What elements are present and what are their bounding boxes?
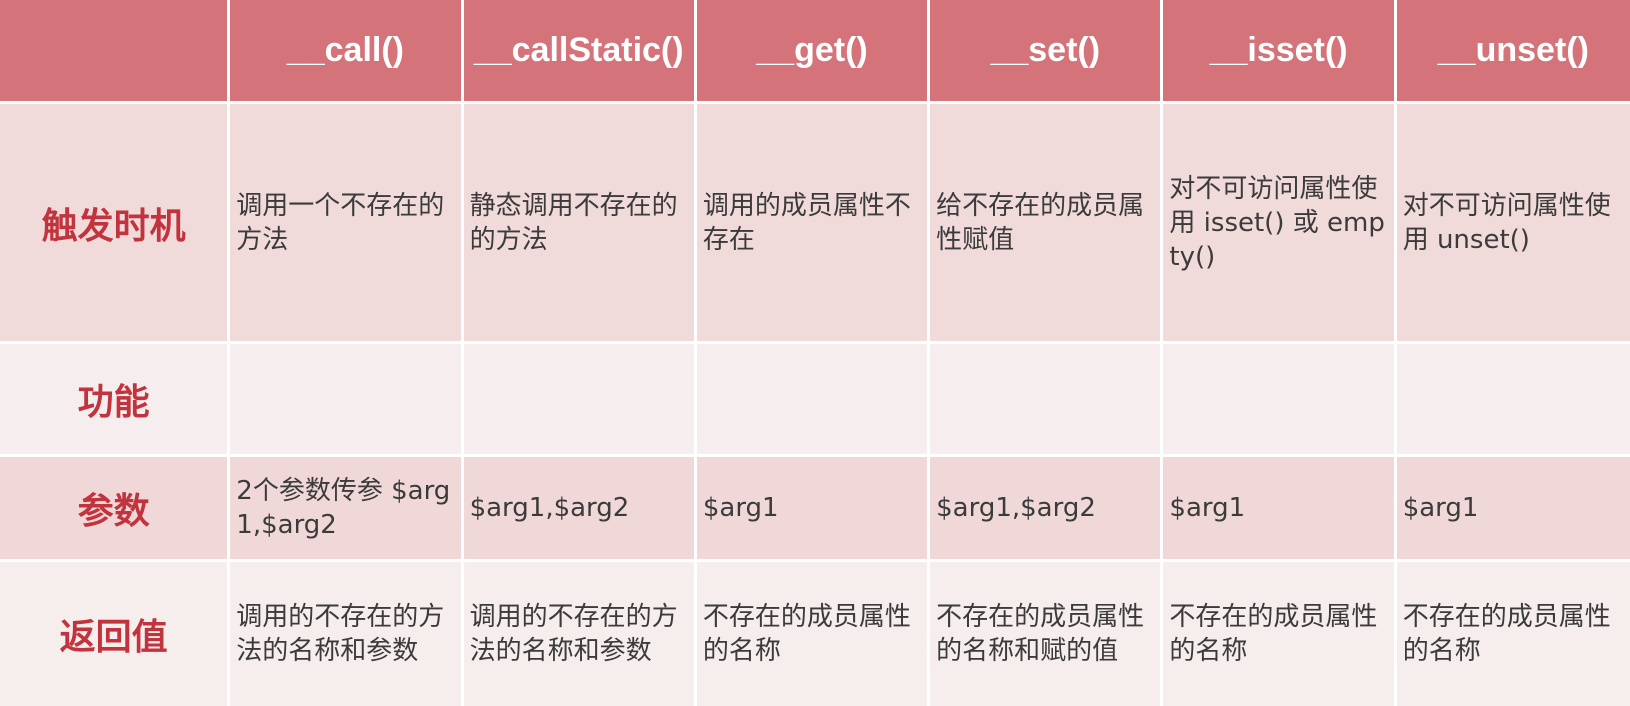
column-header-unset: __unset() [1396,0,1630,104]
table-row-function: 功能 [0,344,1630,457]
cell-return-get: 不存在的成员属性的名称 [696,562,931,706]
column-header-set: __set() [930,0,1164,104]
cell-trigger-call: 调用一个不存在的方法 [230,104,464,344]
cell-function-unset [1396,344,1630,457]
cell-return-isset: 不存在的成员属性的名称 [1163,562,1397,706]
column-header-get: __get() [696,0,931,104]
cell-trigger-isset: 对不可访问属性使用 isset() 或 empty() [1163,104,1397,344]
cell-params-isset: $arg1 [1163,457,1397,562]
cell-params-get: $arg1 [696,457,931,562]
cell-return-unset: 不存在的成员属性的名称 [1396,562,1630,706]
row-label-trigger: 触发时机 [0,104,231,344]
column-header-isset: __isset() [1163,0,1397,104]
cell-params-callstatic: $arg1,$arg2 [463,457,697,562]
column-header-call: __call() [230,0,464,104]
cell-params-set: $arg1,$arg2 [930,457,1164,562]
column-header-callstatic: __callStatic() [463,0,697,104]
row-label-function: 功能 [0,344,231,457]
cell-function-callstatic [463,344,697,457]
cell-function-isset [1163,344,1397,457]
table-row-params: 参数 2个参数传参 $arg1,$arg2 $arg1,$arg2 $arg1 … [0,457,1630,562]
cell-function-get [696,344,931,457]
cell-return-callstatic: 调用的不存在的方法的名称和参数 [463,562,697,706]
cell-params-unset: $arg1 [1396,457,1630,562]
table-header-row: __call() __callStatic() __get() __set() … [0,0,1630,104]
cell-return-set: 不存在的成员属性的名称和赋的值 [930,562,1164,706]
cell-function-call [230,344,464,457]
row-label-params: 参数 [0,457,231,562]
cell-trigger-set: 给不存在的成员属性赋值 [930,104,1164,344]
cell-params-call: 2个参数传参 $arg1,$arg2 [230,457,464,562]
header-corner-cell [0,0,231,104]
table-row-trigger: 触发时机 调用一个不存在的方法 静态调用不存在的的方法 调用的成员属性不存在 给… [0,104,1630,344]
magic-methods-table: __call() __callStatic() __get() __set() … [0,0,1630,706]
row-label-return: 返回值 [0,562,231,706]
cell-trigger-callstatic: 静态调用不存在的的方法 [463,104,697,344]
cell-return-call: 调用的不存在的方法的名称和参数 [230,562,464,706]
cell-function-set [930,344,1164,457]
table-row-return: 返回值 调用的不存在的方法的名称和参数 调用的不存在的方法的名称和参数 不存在的… [0,562,1630,706]
cell-trigger-unset: 对不可访问属性使用 unset() [1396,104,1630,344]
cell-trigger-get: 调用的成员属性不存在 [696,104,931,344]
magic-methods-table-container: __call() __callStatic() __get() __set() … [0,0,1630,706]
